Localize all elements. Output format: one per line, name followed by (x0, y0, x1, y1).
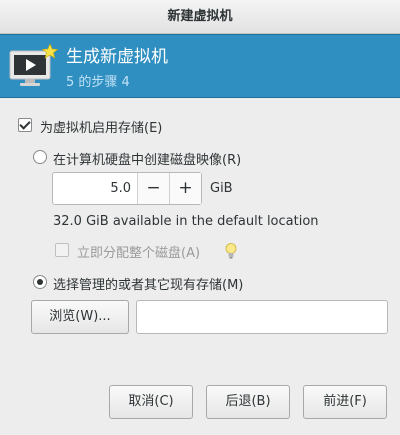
enable-storage-checkbox[interactable] (18, 118, 32, 132)
banner-title: 生成新虚拟机 (66, 47, 168, 67)
disk-size-unit: GiB (210, 181, 233, 196)
existing-storage-radio[interactable] (33, 275, 47, 289)
enable-storage-label[interactable]: 为虚拟机启用存储(E) (40, 117, 162, 136)
lightbulb-icon (224, 242, 238, 260)
cancel-button[interactable]: 取消(C) (109, 385, 193, 419)
available-space-text: 32.0 GiB available in the default locati… (53, 214, 319, 229)
disk-size-value[interactable]: 5.0 (53, 173, 137, 204)
decrement-button[interactable]: − (137, 173, 169, 204)
allocate-disk-checkbox[interactable] (55, 243, 69, 257)
monitor-play-icon (8, 41, 59, 89)
increment-button[interactable]: + (169, 173, 201, 204)
create-disk-image-radio[interactable] (33, 150, 47, 164)
wizard-banner: 生成新虚拟机 5 的步骤 4 (0, 34, 400, 98)
create-disk-image-label[interactable]: 在计算机硬盘中创建磁盘映像(R) (53, 149, 241, 168)
allocate-disk-label[interactable]: 立即分配整个磁盘(A) (77, 242, 200, 261)
existing-storage-label[interactable]: 选择管理的或者其它现有存储(M) (53, 274, 243, 293)
disk-size-spinner[interactable]: 5.0 − + (52, 172, 202, 205)
browse-button[interactable]: 浏览(W)... (31, 300, 129, 334)
forward-button[interactable]: 前进(F) (303, 385, 387, 419)
window-title: 新建虚拟机 (0, 0, 400, 34)
back-button[interactable]: 后退(B) (206, 385, 290, 419)
banner-step: 5 的步骤 4 (66, 75, 130, 90)
storage-path-input[interactable] (136, 300, 388, 334)
